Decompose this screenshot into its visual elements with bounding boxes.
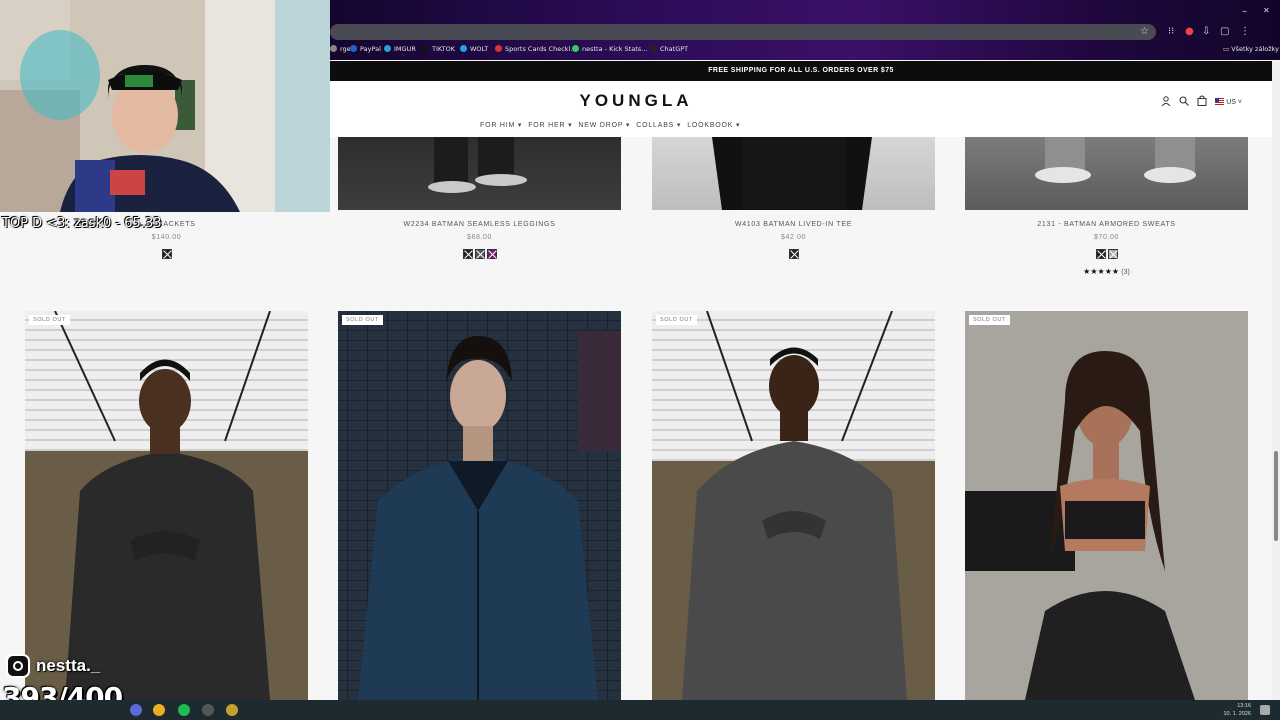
product-price: $70.00	[1093, 234, 1119, 241]
color-swatches	[25, 249, 308, 259]
bookmark-item[interactable]: IMGUR	[384, 45, 416, 53]
page-scrollbar[interactable]	[1272, 61, 1280, 700]
scrollbar-thumb[interactable]	[1274, 451, 1278, 541]
product-image[interactable]	[338, 137, 621, 210]
taskbar: 13:16 10. 1. 2026	[0, 700, 1280, 720]
bookmark-item[interactable]: nestta - Kick Stats...	[572, 45, 647, 53]
nav-for-him[interactable]: FOR HIM ▾	[480, 121, 522, 129]
product-image[interactable]: SOLD OUT	[25, 311, 308, 700]
sold-out-badge: SOLD OUT	[969, 315, 1010, 325]
product-rating[interactable]: ★★★★★ (3)	[965, 267, 1248, 276]
shipping-banner: FREE SHIPPING FOR ALL U.S. ORDERS OVER $…	[330, 61, 1272, 81]
all-bookmarks[interactable]: ▭ Všetky záložky	[1223, 45, 1279, 53]
store-logo[interactable]: YOUNGLA	[570, 91, 702, 111]
product-price: $140.00	[151, 234, 182, 241]
discord-icon[interactable]	[130, 704, 142, 716]
color-swatches	[965, 249, 1248, 259]
minimize-icon[interactable]: –	[1242, 6, 1247, 17]
notification-icon[interactable]	[1260, 705, 1270, 715]
search-icon[interactable]	[1179, 95, 1190, 108]
bookmarks-bar: rge PayPal IMGUR TIKTOK WOLT Sports Card…	[330, 42, 1280, 58]
product-price: $42.00	[780, 234, 806, 241]
main-nav: FOR HIM ▾ FOR HER ▾ NEW DROP ▾ COLLABS ▾…	[480, 121, 740, 129]
product-image[interactable]: SOLD OUT	[965, 311, 1248, 700]
obs-icon[interactable]	[202, 704, 214, 716]
sold-out-badge: SOLD OUT	[342, 315, 383, 325]
bookmark-item[interactable]: PayPal	[350, 45, 381, 53]
nav-collabs[interactable]: COLLABS ▾	[636, 121, 681, 129]
nav-lookbook[interactable]: LOOKBOOK ▾	[687, 121, 740, 129]
star-icon[interactable]: ☆	[1140, 26, 1149, 37]
color-swatch[interactable]	[1107, 249, 1118, 259]
color-swatches	[338, 249, 621, 259]
chevron-down-icon: ˅	[1237, 98, 1242, 106]
bookmark-item[interactable]: ChatGPT	[650, 45, 688, 53]
site-header: YOUNGLA FOR HIM ▾ FOR HER ▾ NEW DROP ▾ C…	[330, 81, 1272, 137]
review-count: (3)	[1121, 269, 1130, 276]
sold-out-badge: SOLD OUT	[656, 315, 697, 325]
header-icons: US ˅	[1161, 95, 1242, 108]
menu-icon[interactable]: ⋮	[1240, 26, 1250, 37]
account-icon[interactable]	[1161, 95, 1171, 108]
webcam-overlay	[0, 0, 330, 212]
color-swatch[interactable]	[161, 249, 172, 259]
product-price: $68.00	[466, 234, 492, 241]
product-image[interactable]: SOLD OUT	[338, 311, 621, 700]
bookmark-item[interactable]: rge	[330, 45, 351, 53]
color-swatches	[652, 249, 935, 259]
product-image[interactable]	[965, 137, 1248, 210]
color-swatch[interactable]	[788, 249, 799, 259]
rating-stars: ★★★★★	[1083, 267, 1120, 276]
color-swatch[interactable]	[1095, 249, 1106, 259]
cart-icon[interactable]	[1197, 95, 1207, 108]
color-swatch[interactable]	[486, 249, 497, 259]
color-swatch[interactable]	[462, 249, 473, 259]
flag-icon	[1215, 97, 1225, 105]
folder-icon: ▭	[1223, 45, 1232, 53]
color-swatch[interactable]	[474, 249, 485, 259]
instagram-handle: nestta._	[36, 656, 101, 675]
address-bar[interactable]	[330, 24, 1156, 40]
spotify-icon[interactable]	[178, 704, 190, 716]
product-title[interactable]: 2131 - BATMAN ARMORED SWEATS	[965, 221, 1248, 228]
bookmark-item[interactable]: Sports Cards Checkl...	[495, 45, 577, 53]
product-title[interactable]: W4103 BATMAN LIVED-IN TEE	[652, 221, 935, 228]
window-icon[interactable]: ▢	[1220, 26, 1229, 37]
chrome-icon[interactable]	[153, 704, 165, 716]
bookmark-item[interactable]: TIKTOK	[422, 45, 455, 53]
taskbar-date[interactable]: 10. 1. 2026	[1215, 711, 1251, 717]
bookmark-item[interactable]: WOLT	[460, 45, 488, 53]
sold-out-badge: SOLD OUT	[29, 315, 70, 325]
product-title[interactable]: W2234 BATMAN SEAMLESS LEGGINGS	[338, 221, 621, 228]
extension-icon[interactable]: ⁝⁝	[1168, 26, 1174, 37]
region-selector[interactable]: US ˅	[1215, 97, 1242, 106]
close-window-icon[interactable]: ✕	[1263, 6, 1270, 15]
product-image[interactable]	[652, 137, 935, 210]
app-icon[interactable]	[226, 704, 238, 716]
nav-new-drop[interactable]: NEW DROP ▾	[578, 121, 630, 129]
instagram-icon	[6, 654, 30, 678]
product-image[interactable]: SOLD OUT	[652, 311, 935, 700]
record-icon[interactable]: ●	[1185, 26, 1194, 37]
browser-chrome: ☆ ⁝⁝ ● ⇩ ▢ ⋮ – ✕ rge PayPal IMGUR TIKTOK…	[330, 0, 1280, 60]
chat-overlay: TOP D <3: zask0 - 65.33	[2, 216, 162, 231]
nav-for-her[interactable]: FOR HER ▾	[528, 121, 572, 129]
taskbar-time[interactable]: 13:16	[1215, 703, 1251, 709]
downloads-icon[interactable]: ⇩	[1202, 26, 1210, 37]
instagram-tag: nestta._	[6, 652, 100, 680]
